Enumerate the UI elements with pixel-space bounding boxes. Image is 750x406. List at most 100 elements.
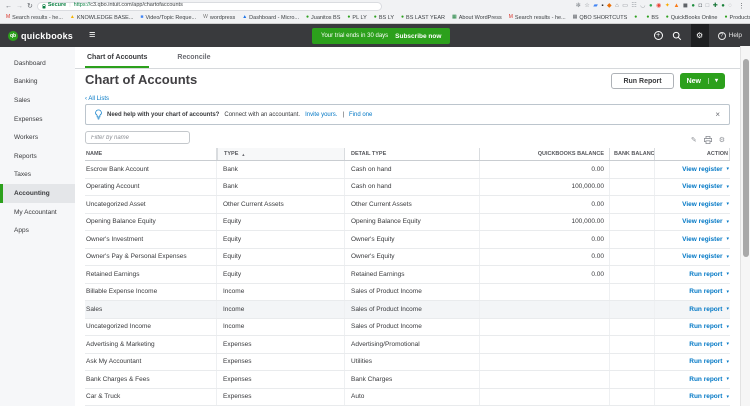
tab[interactable]: Chart of Accounts	[85, 54, 149, 68]
row-action-caret-icon[interactable]: ▾	[726, 289, 729, 295]
browser-forward-icon[interactable]: →	[16, 3, 23, 10]
extension-icon[interactable]: ●	[649, 3, 653, 9]
bookmark-item[interactable]: ● BS	[646, 15, 658, 21]
row-action-caret-icon[interactable]: ▾	[726, 271, 729, 277]
bookmark-item[interactable]: ▦ About WordPress	[452, 15, 502, 21]
row-action-link[interactable]: Run report	[689, 341, 722, 348]
row-action-caret-icon[interactable]: ▾	[726, 236, 729, 242]
bookmark-item[interactable]: ● PL LY	[347, 15, 366, 21]
sidebar-item[interactable]: Reports	[0, 147, 75, 166]
hamburger-menu-icon[interactable]: ≡	[89, 30, 95, 41]
row-action-caret-icon[interactable]: ▾	[726, 394, 729, 400]
sidebar-item[interactable]: Workers	[0, 128, 75, 147]
bookmark-item[interactable]: ● Juanitos BS	[306, 15, 340, 21]
row-action-link[interactable]: View register	[682, 183, 722, 190]
table-row[interactable]: Owner's Investment Equity Owner's Equity…	[85, 231, 730, 249]
extension-icon[interactable]: ▲	[673, 3, 679, 9]
table-row[interactable]: Operating Account Bank Cash on hand 100,…	[85, 179, 730, 197]
help-button[interactable]: ? Help	[718, 32, 742, 40]
extension-icon[interactable]: ●	[721, 3, 725, 9]
browser-menu-icon[interactable]: ⋮	[738, 2, 745, 10]
scrollbar-thumb[interactable]	[743, 59, 749, 257]
sidebar-item[interactable]: Accounting	[0, 184, 75, 203]
row-action-caret-icon[interactable]: ▾	[726, 376, 729, 382]
table-row[interactable]: Ask My Accountant Expenses Utilities Run…	[85, 354, 730, 372]
extension-icon[interactable]: ☷	[631, 3, 636, 9]
quickbooks-logo[interactable]: qb quickbooks	[8, 31, 73, 41]
run-report-button[interactable]: Run Report	[611, 73, 673, 89]
extension-icon[interactable]: ☆	[584, 3, 589, 9]
subscribe-now-button[interactable]: Subscribe now	[395, 33, 441, 40]
table-row[interactable]: Billable Expense Income Income Sales of …	[85, 284, 730, 302]
table-row[interactable]: Opening Balance Equity Equity Opening Ba…	[85, 214, 730, 232]
invite-yours-link[interactable]: Invite yours.	[305, 112, 337, 118]
column-header-detail-type[interactable]: DETAIL TYPE	[345, 148, 480, 160]
bookmark-item[interactable]: ▲ Dashboard - Micro...	[242, 15, 299, 21]
extension-icon[interactable]: □	[706, 3, 710, 9]
table-row[interactable]: Car & Truck Expenses Auto Run report ▾	[85, 389, 730, 406]
row-action-link[interactable]: Run report	[689, 376, 722, 383]
sidebar-item[interactable]: My Accountant	[0, 203, 75, 222]
row-action-link[interactable]: View register	[682, 166, 722, 173]
browser-back-icon[interactable]: ←	[5, 3, 12, 10]
print-icon[interactable]	[704, 136, 712, 144]
tab[interactable]: Reconcile	[175, 54, 212, 68]
address-bar[interactable]: Secure | https://c3.qbo.intuit.com/app/c…	[37, 2, 382, 11]
bookmark-item[interactable]: ● QuickBooks Online	[666, 15, 718, 21]
row-action-link[interactable]: View register	[682, 253, 722, 260]
row-action-link[interactable]: Run report	[689, 393, 722, 400]
sidebar-item[interactable]: Dashboard	[0, 54, 75, 73]
column-header-quickbooks-balance[interactable]: QUICKBOOKS BALANCE	[480, 148, 610, 160]
column-header-bank-balance[interactable]: BANK BALANCE	[610, 148, 655, 160]
extension-icon[interactable]: ◼	[683, 3, 688, 9]
row-action-caret-icon[interactable]: ▾	[726, 324, 729, 330]
edit-pencil-icon[interactable]: ✎	[691, 137, 697, 144]
extension-icon[interactable]: ◡	[640, 3, 645, 9]
bookmark-item[interactable]: W wordpress	[203, 15, 235, 21]
new-caret-down-icon[interactable]: ▾	[708, 78, 718, 84]
row-action-link[interactable]: Run report	[689, 306, 722, 313]
extension-icon[interactable]: ⌂	[615, 3, 619, 9]
table-settings-gear-icon[interactable]: ⚙	[719, 137, 725, 144]
table-row[interactable]: Advertising & Marketing Expenses Adverti…	[85, 336, 730, 354]
extension-icon[interactable]: ◆	[607, 3, 612, 9]
extension-icon[interactable]: ✻	[576, 3, 581, 9]
extension-icon[interactable]: ▰	[593, 3, 598, 9]
row-action-caret-icon[interactable]: ▾	[726, 219, 729, 225]
new-button[interactable]: New ▾	[680, 73, 725, 89]
extension-icon[interactable]: ◌	[728, 3, 732, 9]
extension-icon[interactable]: ◘	[699, 3, 703, 9]
table-row[interactable]: Sales Income Sales of Product Income Run…	[85, 301, 730, 319]
extension-icon[interactable]: ✚	[713, 3, 718, 9]
column-header-name[interactable]: NAME	[85, 148, 217, 160]
bookmark-item[interactable]: ● Products and Servi...	[725, 15, 750, 21]
table-row[interactable]: Uncategorized Asset Other Current Assets…	[85, 196, 730, 214]
extension-icon[interactable]: ▪	[601, 3, 603, 9]
extension-icon[interactable]: ▭	[622, 3, 628, 9]
extension-icon[interactable]: ◉	[656, 3, 661, 9]
bookmark-item[interactable]: ● BS LY	[374, 15, 394, 21]
sidebar-item[interactable]: Sales	[0, 91, 75, 110]
all-lists-link[interactable]: ‹ All Lists	[85, 96, 109, 102]
table-row[interactable]: Uncategorized Income Income Sales of Pro…	[85, 319, 730, 337]
filter-input[interactable]	[85, 131, 190, 144]
bookmark-item[interactable]: ■ Video/Topic Reque...	[140, 15, 196, 21]
secure-badge[interactable]: Secure	[42, 3, 66, 9]
row-action-link[interactable]: Run report	[689, 271, 722, 278]
row-action-caret-icon[interactable]: ▾	[726, 359, 729, 365]
table-row[interactable]: Escrow Bank Account Bank Cash on hand 0.…	[85, 161, 730, 179]
sidebar-item[interactable]: Expenses	[0, 110, 75, 129]
column-header-type[interactable]: TYPE▲	[217, 148, 345, 160]
row-action-link[interactable]: View register	[682, 201, 722, 208]
bookmark-item[interactable]: ●	[634, 15, 639, 20]
table-row[interactable]: Retained Earnings Equity Retained Earnin…	[85, 266, 730, 284]
row-action-caret-icon[interactable]: ▾	[726, 166, 729, 172]
row-action-link[interactable]: Run report	[689, 288, 722, 295]
row-action-caret-icon[interactable]: ▾	[726, 306, 729, 312]
find-one-link[interactable]: Find one	[349, 112, 372, 118]
extension-icon[interactable]: ✦	[665, 3, 670, 9]
sidebar-item[interactable]: Banking	[0, 73, 75, 92]
browser-reload-icon[interactable]: ↻	[27, 3, 33, 10]
bookmark-item[interactable]: M Search results - he...	[6, 15, 63, 21]
row-action-caret-icon[interactable]: ▾	[726, 254, 729, 260]
